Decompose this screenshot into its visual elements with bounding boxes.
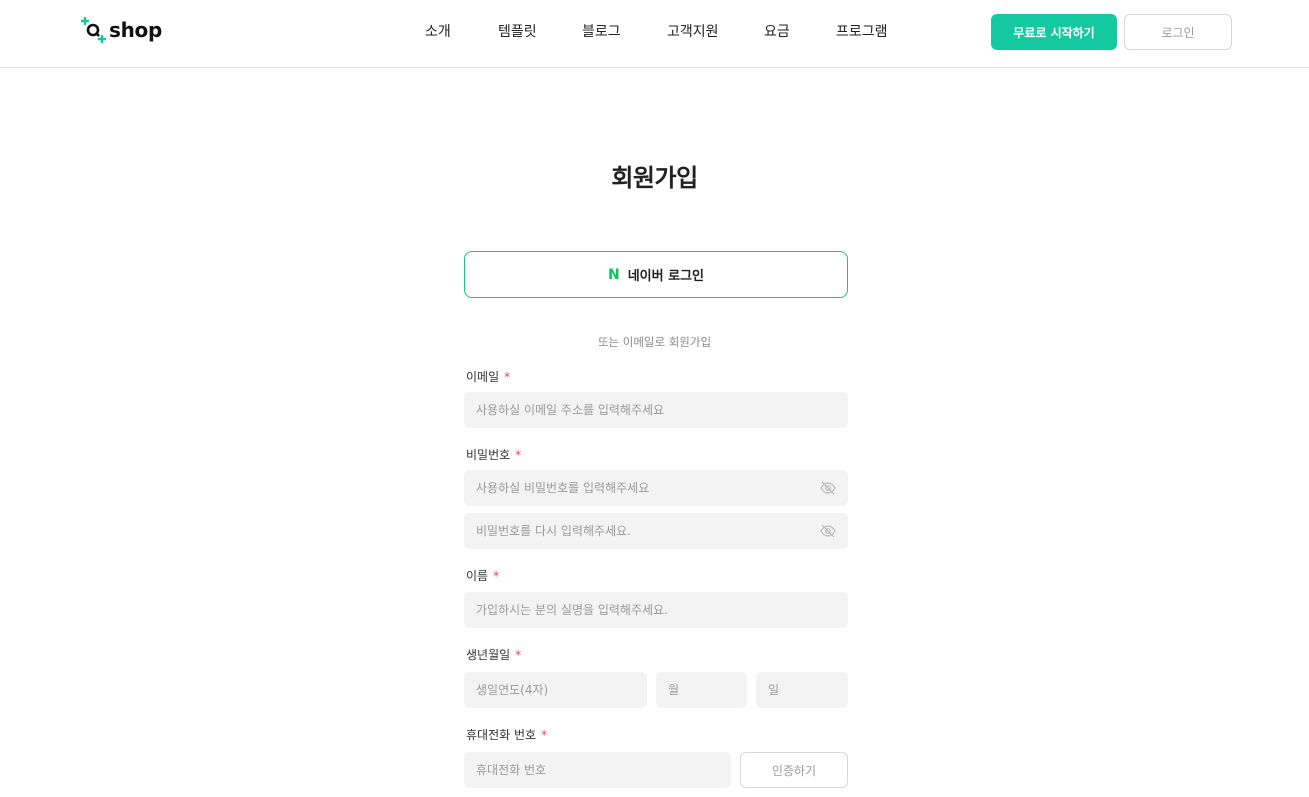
name-label: 이름 * xyxy=(466,567,499,584)
page-title: 회원가입 xyxy=(611,164,698,192)
email-label: 이메일 * xyxy=(466,368,510,385)
birth-year-field[interactable] xyxy=(476,683,647,697)
phone-label: 휴대전화 번호 * xyxy=(466,726,547,743)
nav-item-templates[interactable]: 템플릿 xyxy=(498,21,537,41)
nav-item-program[interactable]: 프로그램 xyxy=(836,21,888,41)
verify-button[interactable]: 인증하기 xyxy=(740,752,848,788)
phone-field-wrap xyxy=(464,752,731,788)
nav-item-pricing[interactable]: 요금 xyxy=(764,21,790,41)
login-button[interactable]: 로그인 xyxy=(1124,14,1232,50)
birth-day-field-wrap xyxy=(756,672,848,708)
password-label: 비밀번호 * xyxy=(466,446,521,463)
eye-off-icon[interactable] xyxy=(820,480,836,496)
nav-item-blog[interactable]: 블로그 xyxy=(582,21,621,41)
password-confirm-field[interactable] xyxy=(476,524,848,538)
birth-label-text: 생년월일 xyxy=(466,648,511,662)
nav-item-support[interactable]: 고객지원 xyxy=(667,21,719,41)
name-label-text: 이름 xyxy=(466,569,489,583)
password-confirm-field-wrap xyxy=(464,513,848,549)
phone-field[interactable] xyxy=(476,763,731,777)
phone-label-text: 휴대전화 번호 xyxy=(466,728,537,742)
name-field[interactable] xyxy=(476,603,848,617)
eye-off-icon[interactable] xyxy=(820,523,836,539)
email-signup-divider: 또는 이메일로 회원가입 xyxy=(597,335,712,349)
email-label-text: 이메일 xyxy=(466,370,500,384)
password-field-wrap xyxy=(464,470,848,506)
logo-mark-icon xyxy=(81,17,106,43)
birth-day-field[interactable] xyxy=(768,683,848,697)
naver-login-button[interactable]: N 네이버 로그인 xyxy=(464,251,848,298)
birth-month-field[interactable] xyxy=(668,683,747,697)
password-label-text: 비밀번호 xyxy=(466,448,511,462)
start-free-button[interactable]: 무료로 시작하기 xyxy=(991,14,1117,50)
name-field-wrap xyxy=(464,592,848,628)
required-mark: * xyxy=(541,728,548,742)
required-mark: * xyxy=(504,370,511,384)
required-mark: * xyxy=(515,448,522,462)
naver-login-label: 네이버 로그인 xyxy=(627,269,704,284)
birth-year-field-wrap xyxy=(464,672,647,708)
naver-icon: N xyxy=(607,266,620,283)
email-field-wrap xyxy=(464,392,848,428)
site-header: shop 소개 템플릿 블로그 고객지원 요금 프로그램 무료로 시작하기 로그… xyxy=(0,0,1309,68)
email-field[interactable] xyxy=(476,403,848,417)
brand-logo[interactable]: shop xyxy=(80,14,170,46)
password-field[interactable] xyxy=(476,481,848,495)
required-mark: * xyxy=(493,569,500,583)
required-mark: * xyxy=(515,648,522,662)
birth-label: 생년월일 * xyxy=(466,646,521,663)
birth-month-field-wrap xyxy=(656,672,747,708)
logo-text: shop xyxy=(109,18,162,42)
nav-item-intro[interactable]: 소개 xyxy=(425,21,451,41)
